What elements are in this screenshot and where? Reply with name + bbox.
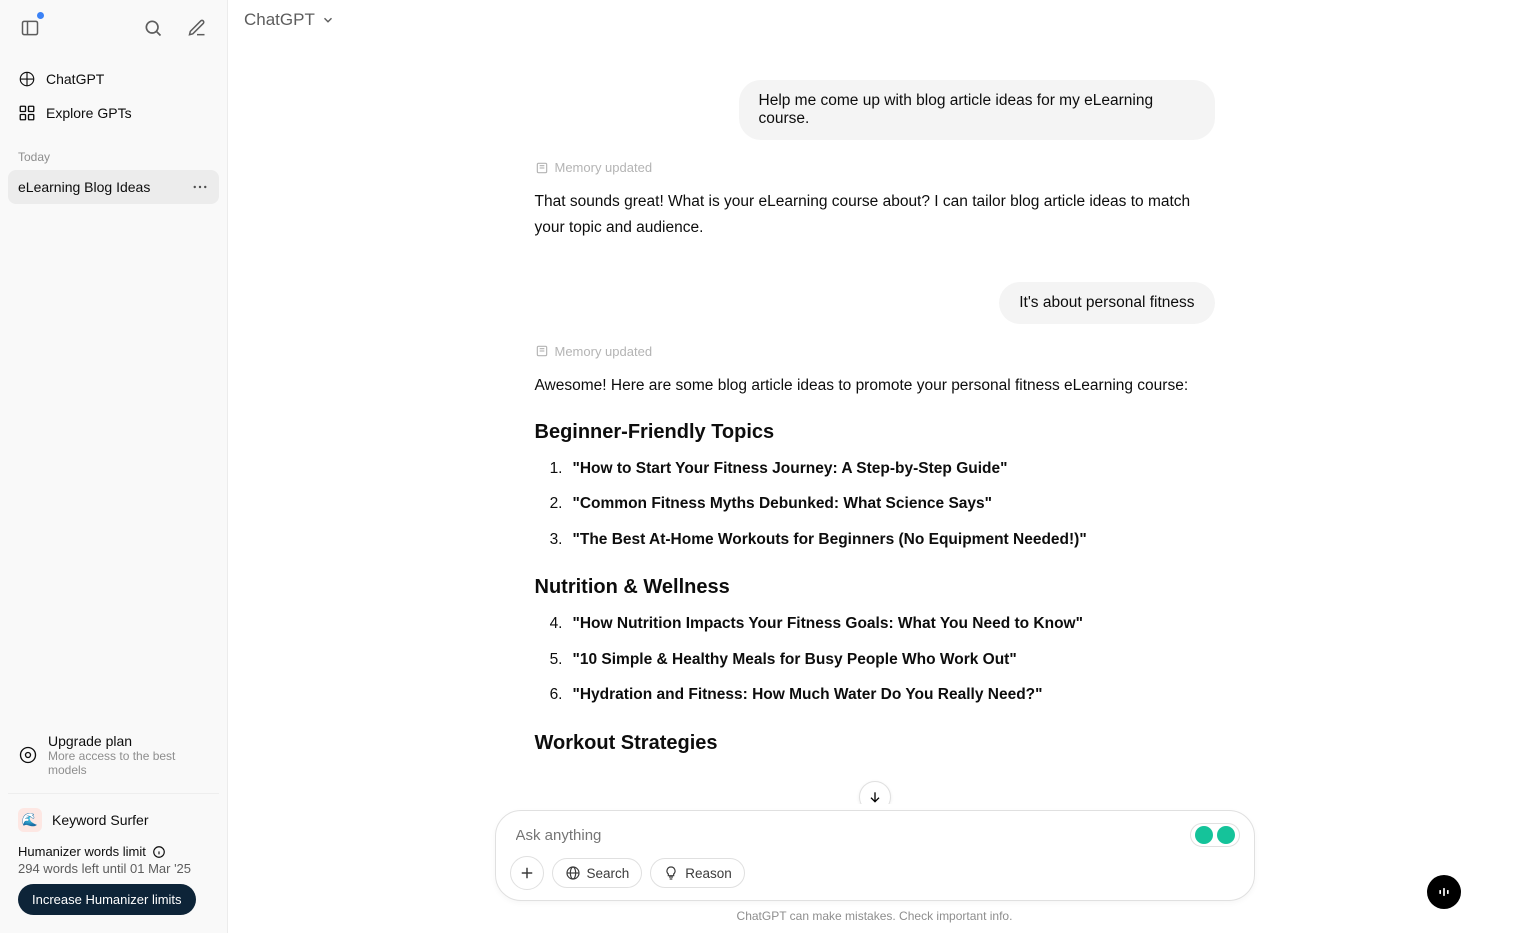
user-bubble: It's about personal fitness — [999, 282, 1214, 324]
humanizer-button[interactable]: Increase Humanizer limits — [18, 884, 196, 915]
nav-label-chatgpt: ChatGPT — [46, 71, 104, 87]
more-icon[interactable] — [191, 178, 209, 196]
bulb-icon — [663, 865, 679, 881]
keyword-surfer-label: Keyword Surfer — [52, 812, 148, 828]
list-beginner: 1."How to Start Your Fitness Journey: A … — [535, 454, 1215, 554]
upgrade-title: Upgrade plan — [48, 733, 209, 749]
composer-input[interactable] — [510, 825, 1240, 856]
nav-label-explore: Explore GPTs — [46, 105, 132, 121]
conversation-item[interactable]: eLearning Blog Ideas — [8, 170, 219, 204]
keyword-surfer-icon: 🌊 — [18, 808, 42, 832]
list-item: 6."Hydration and Fitness: How Much Water… — [535, 680, 1215, 709]
sidebar-bottom: Upgrade plan More access to the best mod… — [0, 715, 227, 933]
badge-icon — [1217, 826, 1235, 844]
extension-badges[interactable] — [1190, 823, 1240, 847]
section-heading: Workout Strategies — [535, 732, 1215, 755]
memory-icon — [535, 161, 549, 175]
header: ChatGPT — [228, 0, 1521, 40]
section-heading: Beginner-Friendly Topics — [535, 421, 1215, 444]
globe-icon — [565, 865, 581, 881]
user-bubble: Help me come up with blog article ideas … — [739, 80, 1215, 140]
new-chat-icon[interactable] — [179, 10, 215, 46]
memory-icon — [535, 344, 549, 358]
memory-updated-badge: Memory updated — [535, 344, 1215, 359]
humanizer-title-row: Humanizer words limit — [18, 844, 209, 859]
section-label-today: Today — [0, 136, 227, 170]
humanizer-panel: Humanizer words limit 294 words left unt… — [8, 840, 219, 925]
search-icon[interactable] — [135, 10, 171, 46]
model-selector[interactable]: ChatGPT — [244, 10, 335, 30]
upgrade-plan[interactable]: Upgrade plan More access to the best mod… — [8, 723, 219, 787]
list-item: 3."The Best At-Home Workouts for Beginne… — [535, 525, 1215, 554]
list-item: 2."Common Fitness Myths Debunked: What S… — [535, 489, 1215, 518]
voice-button[interactable] — [1427, 875, 1461, 909]
upgrade-icon — [18, 733, 38, 777]
nav-item-chatgpt[interactable]: ChatGPT — [8, 62, 219, 96]
list-item: 5."10 Simple & Healthy Meals for Busy Pe… — [535, 645, 1215, 674]
memory-updated-label: Memory updated — [555, 160, 653, 175]
chevron-down-icon — [321, 13, 335, 27]
search-chip[interactable]: Search — [552, 858, 643, 888]
composer: Search Reason — [495, 810, 1255, 901]
humanizer-subtitle: 294 words left until 01 Mar '25 — [18, 861, 209, 876]
assistant-message: That sounds great! What is your eLearnin… — [535, 189, 1215, 242]
attach-button[interactable] — [510, 856, 544, 890]
section-heading: Nutrition & Wellness — [535, 576, 1215, 599]
humanizer-title: Humanizer words limit — [18, 844, 146, 859]
list-item: 4."How Nutrition Impacts Your Fitness Go… — [535, 609, 1215, 638]
nav-list: ChatGPT Explore GPTs — [0, 56, 227, 136]
user-message: Help me come up with blog article ideas … — [535, 80, 1215, 140]
main: ChatGPT Help me come up with blog articl… — [228, 0, 1521, 933]
memory-updated-badge: Memory updated — [535, 160, 1215, 175]
memory-updated-label: Memory updated — [555, 344, 653, 359]
keyword-surfer-row[interactable]: 🌊 Keyword Surfer — [8, 800, 219, 840]
divider — [8, 793, 219, 794]
disclaimer: ChatGPT can make mistakes. Check importa… — [228, 909, 1521, 923]
openai-icon — [18, 70, 36, 88]
reason-chip[interactable]: Reason — [650, 858, 745, 888]
upgrade-subtitle: More access to the best models — [48, 749, 209, 777]
list-item: 1."How to Start Your Fitness Journey: A … — [535, 454, 1215, 483]
composer-wrap: Search Reason ChatGPT can make mistakes.… — [228, 804, 1521, 933]
toggle-sidebar-icon[interactable] — [12, 10, 48, 46]
sidebar-top — [0, 0, 227, 56]
grid-icon — [18, 104, 36, 122]
sidebar: ChatGPT Explore GPTs Today eLearning Blo… — [0, 0, 228, 933]
nav-item-explore[interactable]: Explore GPTs — [8, 96, 219, 130]
info-icon[interactable] — [152, 845, 166, 859]
assistant-message: Awesome! Here are some blog article idea… — [535, 373, 1215, 399]
user-message: It's about personal fitness — [535, 282, 1215, 324]
list-nutrition: 4."How Nutrition Impacts Your Fitness Go… — [535, 609, 1215, 709]
reason-chip-label: Reason — [685, 866, 732, 881]
model-label: ChatGPT — [244, 10, 315, 30]
search-chip-label: Search — [587, 866, 630, 881]
conversation-title: eLearning Blog Ideas — [18, 179, 150, 195]
badge-icon — [1195, 826, 1213, 844]
